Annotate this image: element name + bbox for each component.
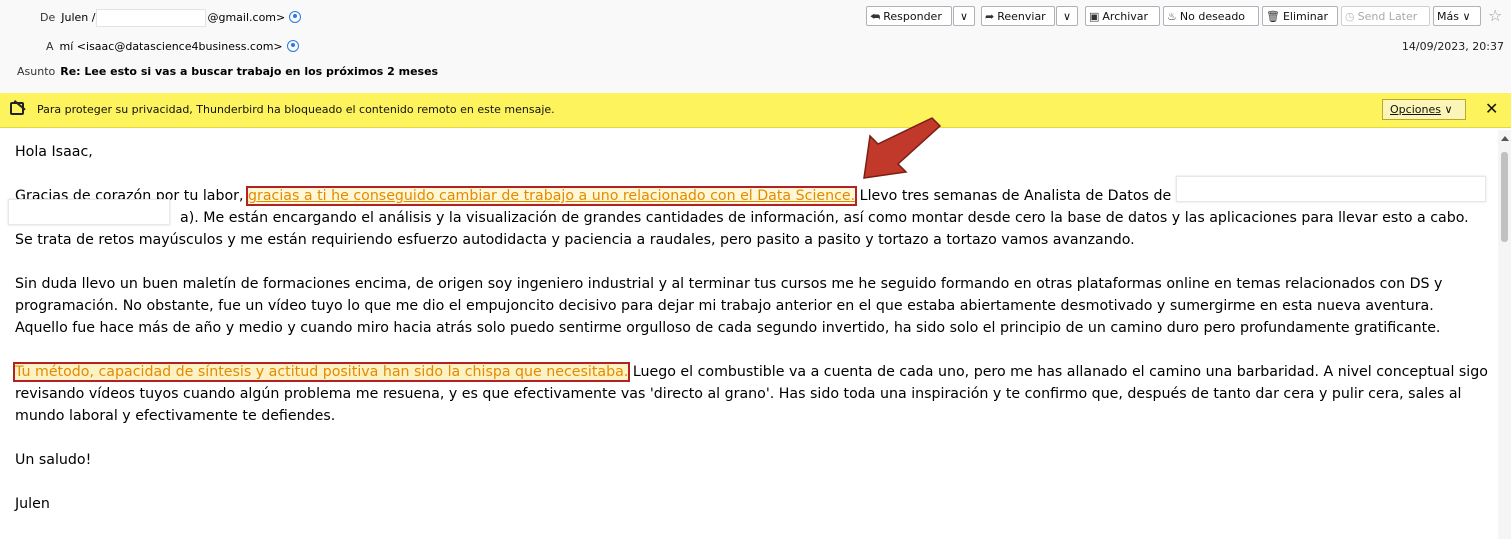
from-email[interactable]: @gmail.com> [207,11,285,24]
reply-icon: ⮪ [870,10,881,23]
junk-button[interactable]: ♨ No deseado [1163,6,1259,26]
redacted-location [8,199,170,225]
message-date: 14/09/2023, 20:37 [1401,40,1504,53]
to-label: A [46,40,54,53]
forward-button[interactable]: ➦ Reenviar [981,6,1055,26]
closing: Un saludo! [15,452,92,468]
send-later-button[interactable]: ◷ Send Later [1341,6,1430,26]
star-icon[interactable]: ☆ [1488,6,1502,25]
options-button[interactable]: Opciones ∨ [1382,99,1466,120]
scroll-thumb[interactable] [1501,152,1508,242]
to-row: Amí <isaac@datascience4business.com> [46,40,299,53]
contact-icon[interactable] [289,11,302,23]
chevron-down-icon: ∨ [959,10,969,23]
paragraph-3: Tu método, capacidad de síntesis y actit… [12,362,1488,424]
trash-icon: 🗑 [1266,10,1280,23]
delete-button[interactable]: 🗑 Eliminar [1262,6,1338,26]
forward-dropdown-button[interactable]: ∨ [1056,6,1078,26]
close-icon[interactable]: ✕ [1485,99,1498,118]
more-button[interactable]: Más ∨ [1433,6,1481,26]
vertical-scrollbar[interactable] [1498,130,1511,539]
junk-icon: ♨ [1167,10,1177,23]
highlight-2: Tu método, capacidad de síntesis y actit… [12,362,631,382]
highlight-1: gracias a ti he conseguido cambiar de tr… [246,186,858,206]
chevron-down-icon: ∨ [1062,10,1072,23]
remote-content-notification: Para proteger su privacidad, Thunderbird… [0,93,1511,128]
from-name[interactable]: Julen / [61,11,95,24]
from-row: De Julen / @gmail.com> [40,9,302,27]
annotation-arrow [863,117,942,179]
reply-button[interactable]: ⮪ Responder [866,6,952,26]
reply-dropdown-button[interactable]: ∨ [953,6,975,26]
redacted-email [96,9,207,27]
subject-row: Asunto Re: Lee esto si vas a buscar traba… [17,65,438,78]
redacted-company [1176,176,1486,202]
forward-icon: ➦ [985,10,995,23]
greeting: Hola Isaac, [15,144,93,160]
subject-value: Re: Lee esto si vas a buscar trabajo en … [60,65,439,78]
message-header: De Julen / @gmail.com> Amí <isaac@datascie… [0,0,1511,92]
chevron-down-icon: ∨ [1444,103,1453,116]
notification-text: Para proteger su privacidad, Thunderbird… [37,103,555,116]
archive-button[interactable]: ▣ Archivar [1085,6,1160,26]
contact-icon[interactable] [286,40,299,52]
send-later-icon: ◷ [1345,10,1355,23]
to-value[interactable]: mí <isaac@datascience4business.com> [60,40,283,53]
chevron-down-icon: ∨ [1462,10,1471,23]
remote-content-blocked-icon [10,102,24,115]
scroll-up-icon[interactable] [1501,136,1509,141]
from-label: De [40,11,56,24]
subject-label: Asunto [17,65,56,78]
signature: Julen [15,496,50,512]
paragraph-2: Sin duda llevo un buen maletín de formac… [15,276,1443,336]
archive-icon: ▣ [1089,10,1100,23]
